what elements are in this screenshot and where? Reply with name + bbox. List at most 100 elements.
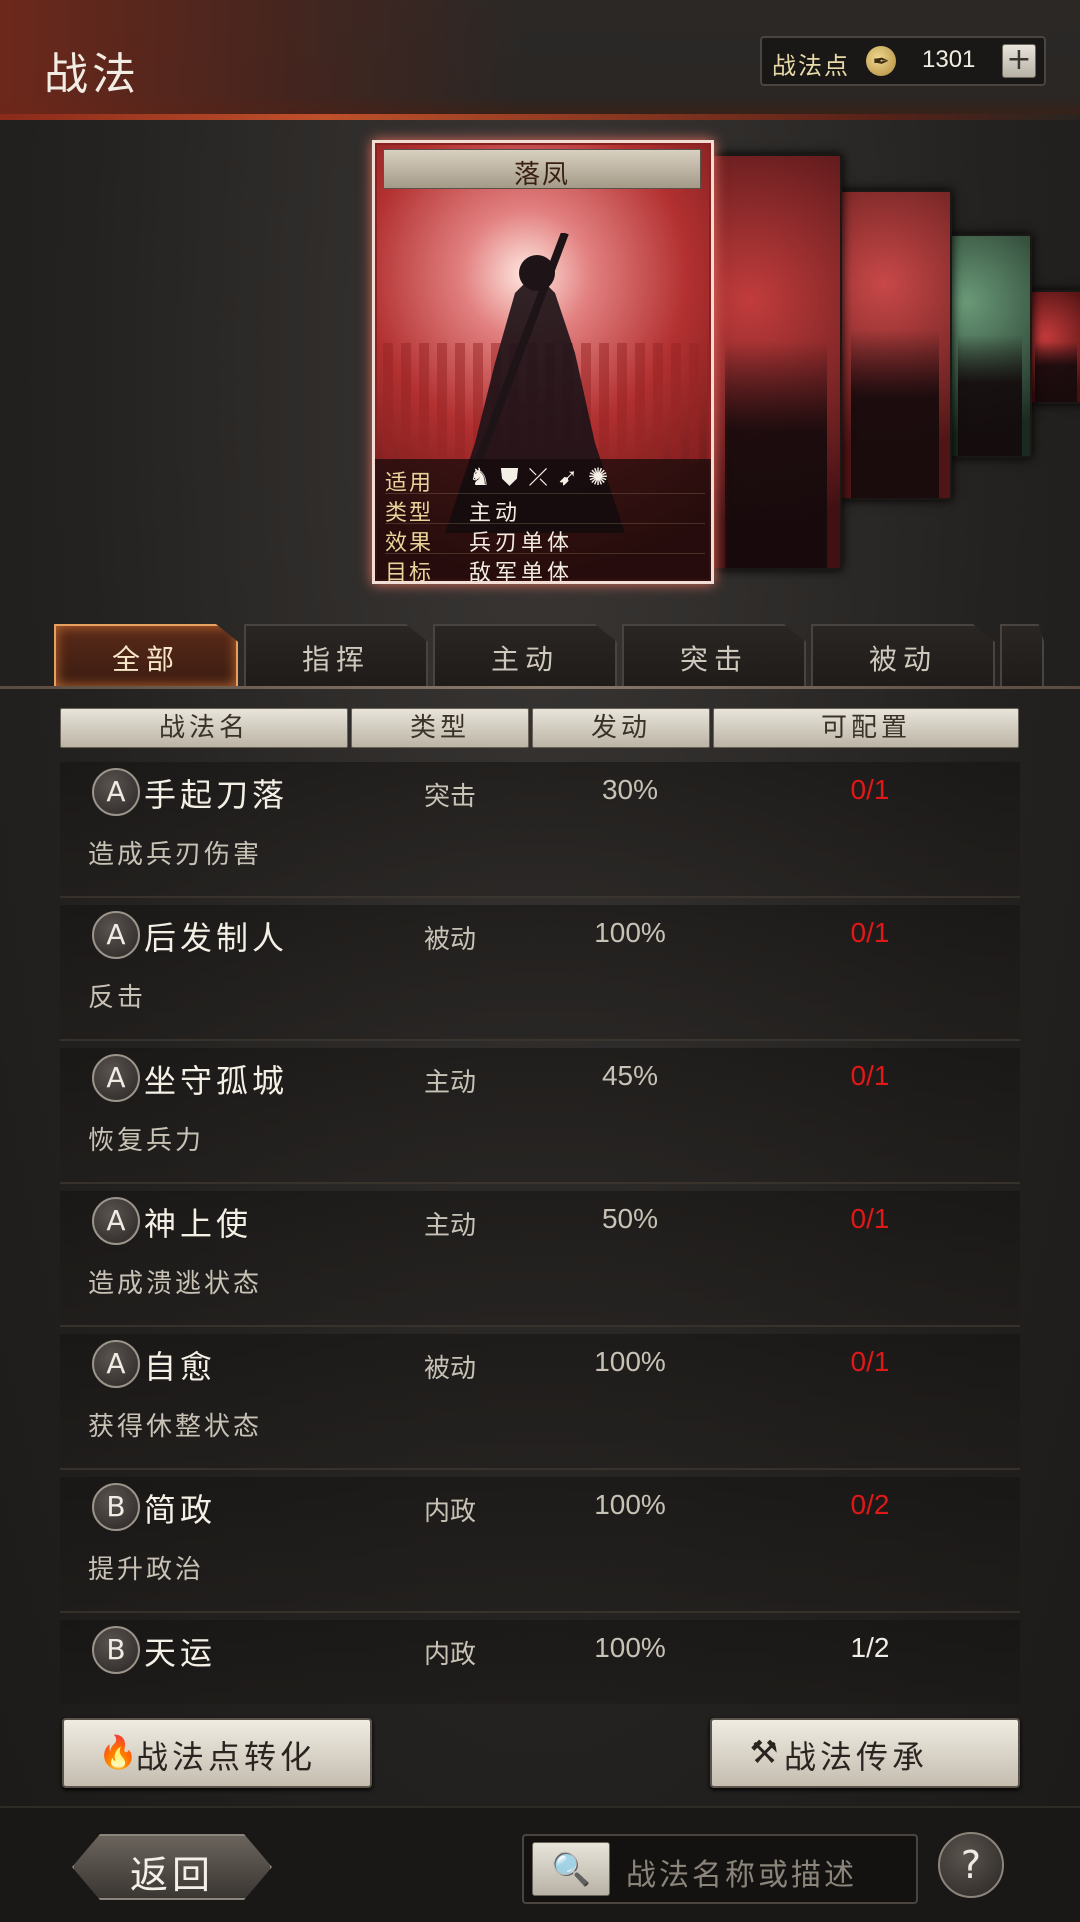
inherit-skill-label: 战法传承 — [784, 1738, 929, 1776]
tab-label: 全部 — [111, 643, 180, 676]
column-header-type[interactable]: 类型 — [351, 708, 529, 748]
info-row-applicable: 适用 ♞ ⛊ ⤫ ➹ ✺ — [385, 463, 705, 496]
selected-skill-card[interactable]: 落凤 适用 ♞ ⛊ ⤫ ➹ ✺ 类型 主动 效果 兵刃单体 目标 敌军单体 — [372, 140, 714, 584]
skill-row[interactable]: A 自愈 被动 100% 0/1 获得休整状态 — [10, 1334, 1070, 1476]
skill-description: 提升政治 — [88, 1555, 205, 1585]
skill-type: 内政 — [423, 1640, 476, 1670]
skill-name: 自愈 — [144, 1348, 217, 1386]
skill-name: 天运 — [144, 1634, 217, 1672]
skill-description: 造成兵刃伤害 — [88, 840, 263, 870]
skill-config-count: 0/1 — [850, 1203, 890, 1234]
wheel-icon: ✺ — [587, 463, 608, 491]
grade-badge: A — [92, 911, 140, 959]
skill-type: 内政 — [423, 1497, 476, 1527]
header-divider — [0, 114, 1080, 120]
skill-card-preview[interactable] — [948, 234, 1032, 458]
skill-name: 后发制人 — [144, 919, 289, 957]
tab-active[interactable]: 主动 — [433, 624, 617, 688]
search-input[interactable]: 战法名称或描述 — [626, 1850, 857, 1894]
skill-name: 手起刀落 — [144, 776, 289, 814]
info-value: 敌军单体 — [469, 561, 574, 584]
skill-row[interactable]: A 神上使 主动 50% 0/1 造成溃逃状态 — [10, 1191, 1070, 1333]
info-row-effect: 效果 兵刃单体 — [385, 523, 705, 556]
convert-points-label: 战法点转化 — [136, 1738, 317, 1776]
skill-row[interactable]: B 简政 内政 100% 0/2 提升政治 — [10, 1477, 1070, 1619]
skill-type: 突击 — [423, 782, 476, 812]
grade-badge: B — [92, 1483, 140, 1531]
tab-passive[interactable]: 被动 — [811, 624, 995, 688]
tab-label: 被动 — [868, 643, 937, 676]
skill-row[interactable]: B 天运 内政 100% 1/2 — [10, 1620, 1070, 1704]
spear-icon: ➹ — [557, 463, 578, 491]
skill-row[interactable]: A 手起刀落 突击 30% 0/1 造成兵刃伤害 — [10, 762, 1070, 904]
skill-trigger-rate: 50% — [601, 1203, 659, 1234]
skill-description: 获得休整状态 — [88, 1412, 263, 1442]
tab-command[interactable]: 指挥 — [244, 624, 428, 688]
skill-type: 主动 — [423, 1068, 476, 1098]
card-title-bar: 落凤 — [383, 149, 701, 190]
inherit-skill-button[interactable]: ⚒ 战法传承 — [710, 1718, 1020, 1788]
convert-points-button[interactable]: 🔥 战法点转化 — [62, 1718, 372, 1788]
search-icon[interactable]: 🔍 — [532, 1842, 610, 1896]
column-header-config[interactable]: 可配置 — [713, 708, 1019, 748]
skill-trigger-rate: 100% — [594, 1489, 666, 1520]
card-skill-name: 落凤 — [513, 160, 570, 190]
tab-all[interactable]: 全部 — [54, 624, 238, 688]
page-title: 战法 — [44, 49, 140, 100]
skill-config-count: 0/2 — [850, 1489, 890, 1520]
column-header-trigger[interactable]: 发动 — [532, 708, 710, 748]
skill-card-preview[interactable] — [838, 190, 952, 500]
tab-label: 突击 — [679, 643, 748, 676]
cavalry-icon: ♞ — [469, 463, 491, 491]
skill-card-preview[interactable] — [710, 154, 842, 570]
skill-name: 坐守孤城 — [144, 1062, 289, 1100]
skill-name: 简政 — [144, 1491, 217, 1529]
tab-label: 指挥 — [301, 643, 370, 676]
shield-icon: ⛊ — [500, 463, 519, 491]
grade-badge: A — [92, 1340, 140, 1388]
skill-description: 造成溃逃状态 — [88, 1269, 263, 1299]
back-button[interactable]: 返回 — [72, 1834, 272, 1900]
column-header-name[interactable]: 战法名 — [60, 708, 348, 748]
grade-badge: A — [92, 1054, 140, 1102]
skill-trigger-rate: 100% — [594, 1346, 666, 1377]
top-bar: 战法 战法点 ✒ 1301 + — [0, 0, 1080, 120]
skill-trigger-rate: 100% — [594, 917, 666, 948]
info-row-target: 目标 敌军单体 — [385, 553, 705, 584]
card-info-panel: 适用 ♞ ⛊ ⤫ ➹ ✺ 类型 主动 效果 兵刃单体 目标 敌军单体 — [375, 459, 711, 581]
bow-icon: ⤫ — [528, 463, 548, 491]
skill-type: 被动 — [423, 1354, 476, 1384]
skill-card-carousel[interactable]: 落凤 适用 ♞ ⛊ ⤫ ➹ ✺ 类型 主动 效果 兵刃单体 目标 敌军单体 — [0, 130, 1080, 600]
info-row-type: 类型 主动 — [385, 493, 705, 526]
add-points-button[interactable]: + — [1002, 44, 1036, 78]
bottom-bar: 返回 🔍 战法名称或描述 ? — [0, 1806, 1080, 1922]
grade-badge: A — [92, 1197, 140, 1245]
quill-coin-icon: ✒ — [866, 46, 896, 76]
troop-type-icons: ♞ ⛊ ⤫ ➹ ✺ — [469, 463, 608, 491]
help-button[interactable]: ? — [938, 1832, 1004, 1898]
flame-coin-icon: 🔥 — [98, 1733, 138, 1771]
skill-list[interactable]: A 手起刀落 突击 30% 0/1 造成兵刃伤害 A 后发制人 被动 100% … — [10, 762, 1070, 1704]
tab-assault[interactable]: 突击 — [622, 624, 806, 688]
skill-card-preview[interactable] — [1028, 290, 1080, 404]
skill-name: 神上使 — [144, 1205, 253, 1243]
search-box[interactable]: 🔍 战法名称或描述 — [522, 1834, 918, 1904]
skill-trigger-rate: 30% — [601, 774, 659, 805]
grade-badge: A — [92, 768, 140, 816]
skill-config-count: 0/1 — [850, 917, 890, 948]
skill-points-panel: 战法点 ✒ 1301 + — [760, 36, 1046, 86]
skill-row[interactable]: A 后发制人 被动 100% 0/1 反击 — [10, 905, 1070, 1047]
skill-config-count: 1/2 — [850, 1632, 890, 1663]
info-key: 目标 — [385, 561, 434, 584]
skill-config-count: 0/1 — [850, 1346, 890, 1377]
back-label: 返回 — [129, 1853, 214, 1897]
tabs-divider — [0, 686, 1080, 689]
hammer-icon: ⚒ — [749, 1733, 779, 1771]
skill-points-label: 战法点 — [772, 52, 850, 80]
skill-row[interactable]: A 坐守孤城 主动 45% 0/1 恢复兵力 — [10, 1048, 1070, 1190]
grade-badge: B — [92, 1626, 140, 1674]
skill-type: 主动 — [423, 1211, 476, 1241]
skill-trigger-rate: 45% — [601, 1060, 659, 1091]
tab-more[interactable] — [1000, 624, 1044, 688]
skill-trigger-rate: 100% — [594, 1632, 666, 1663]
